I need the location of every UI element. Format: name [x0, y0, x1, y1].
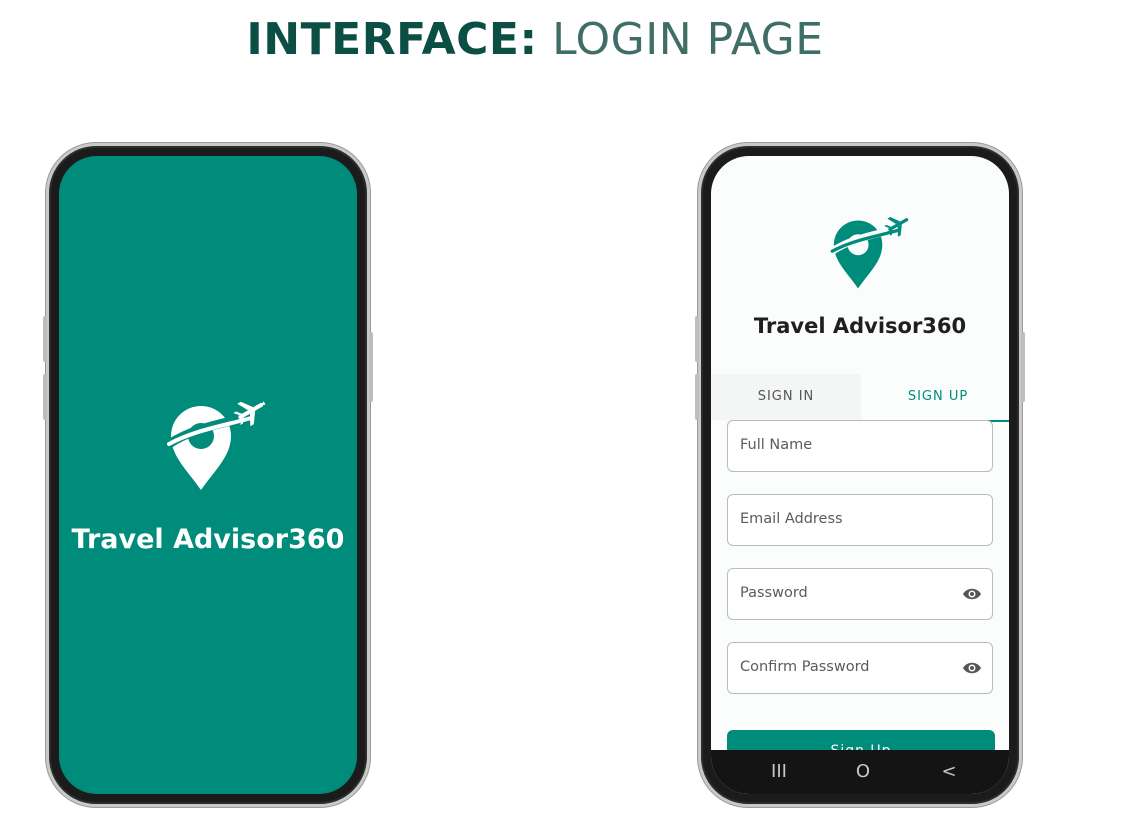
side-button: [43, 316, 47, 362]
side-button: [695, 316, 699, 362]
side-button: [695, 374, 699, 420]
side-button: [369, 332, 373, 402]
password-field[interactable]: Password: [727, 568, 993, 620]
recents-icon[interactable]: III: [759, 750, 799, 794]
eye-icon[interactable]: [962, 586, 982, 602]
auth-tabs: SIGN IN SIGN UP: [711, 374, 1009, 422]
android-nav-bar: III O <: [711, 750, 1009, 794]
splash-app-name: Travel Advisor360: [71, 524, 345, 555]
tab-sign-up[interactable]: SIGN UP: [861, 374, 1009, 422]
password-placeholder: Password: [740, 585, 808, 601]
email-placeholder: Email Address: [740, 511, 843, 527]
heading-light: LOGIN PAGE: [552, 14, 824, 65]
full-name-placeholder: Full Name: [740, 437, 813, 453]
signup-screen: Travel Advisor360 SIGN IN SIGN UP Full N…: [711, 156, 1009, 794]
splash-screen: Travel Advisor360: [59, 156, 357, 794]
confirm-password-placeholder: Confirm Password: [740, 659, 870, 675]
confirm-password-field[interactable]: Confirm Password: [727, 642, 993, 694]
tab-sign-in[interactable]: SIGN IN: [711, 374, 861, 420]
phone-splash: Travel Advisor360: [43, 143, 373, 807]
back-icon[interactable]: <: [929, 750, 969, 794]
side-button: [1021, 332, 1025, 402]
page-heading: INTERFACE: LOGIN PAGE: [0, 14, 1070, 65]
travel-pin-logo-icon: [829, 217, 909, 289]
eye-icon[interactable]: [962, 660, 982, 676]
travel-pin-logo-icon: [165, 401, 266, 490]
phone-signup: Travel Advisor360 SIGN IN SIGN UP Full N…: [695, 143, 1025, 807]
heading-bold: INTERFACE:: [246, 14, 538, 65]
full-name-field[interactable]: Full Name: [727, 420, 993, 472]
email-field[interactable]: Email Address: [727, 494, 993, 546]
signup-app-name: Travel Advisor360: [753, 314, 967, 338]
side-button: [43, 374, 47, 420]
home-icon[interactable]: O: [843, 750, 883, 794]
